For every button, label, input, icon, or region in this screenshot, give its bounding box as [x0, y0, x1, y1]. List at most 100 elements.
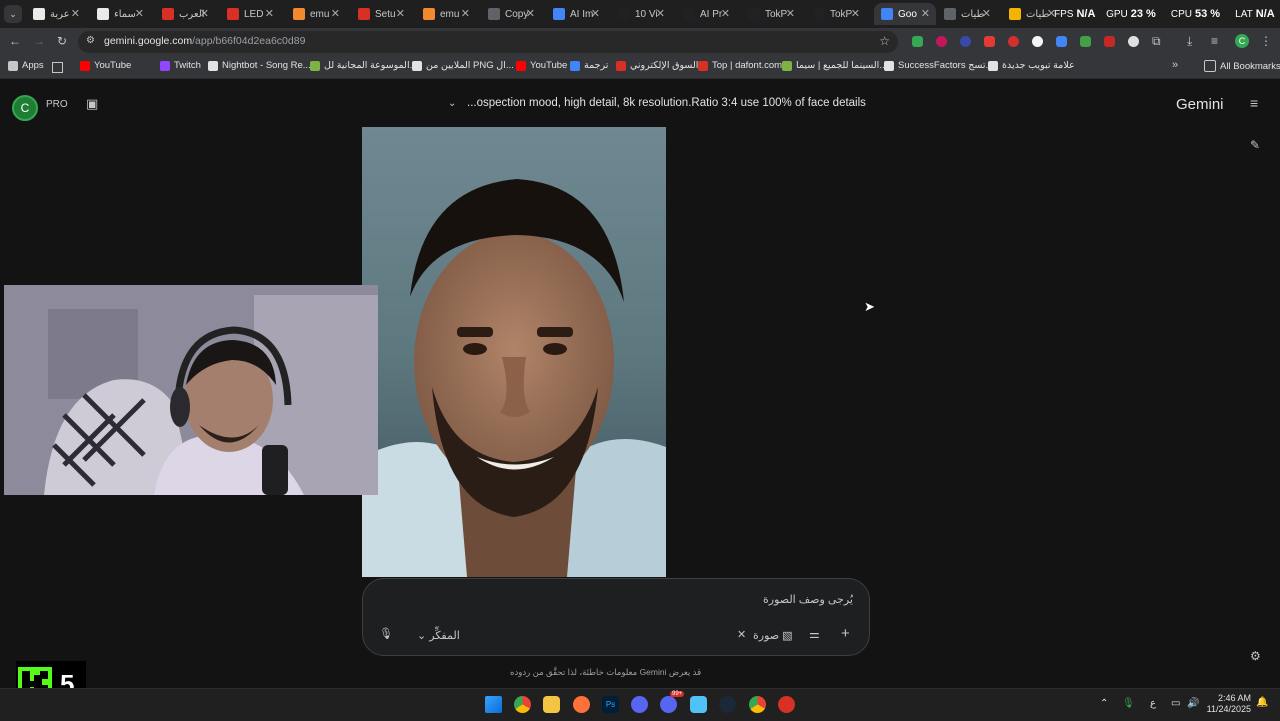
bookmark-item[interactable]: SuccessFactors تسج...	[884, 60, 993, 71]
network-icon[interactable]: ▭	[1171, 698, 1180, 709]
tab-search-button[interactable]: ⌄	[4, 5, 22, 23]
bookmark-item[interactable]: الموسوعة المجانية لل...	[310, 60, 418, 71]
profile-avatar[interactable]: C	[1235, 34, 1249, 48]
tab-close-icon[interactable]: ✕	[721, 7, 730, 20]
tab-close-icon[interactable]: ✕	[921, 7, 930, 20]
chevron-down-icon[interactable]: ⌄	[448, 98, 456, 109]
extension-icon[interactable]	[984, 36, 995, 47]
file-explorer-icon[interactable]	[543, 696, 560, 713]
tab[interactable]: طيات ✕	[1002, 3, 1062, 25]
add-icon[interactable]: +	[841, 625, 850, 642]
tab[interactable]: emu ✕	[286, 3, 346, 25]
bookmark-item[interactable]: YouTube	[516, 60, 567, 71]
chrome-menu-icon[interactable]: ⋮	[1260, 34, 1272, 48]
image-tool-chip[interactable]: صورة ▧	[753, 629, 793, 642]
tab[interactable]: LED ✕	[220, 3, 280, 25]
model-selector[interactable]: ⌄ المفكِّر	[417, 629, 460, 642]
settings-icon[interactable]: ⚙	[1250, 649, 1261, 663]
tab-close-icon[interactable]: ✕	[786, 7, 795, 20]
close-icon[interactable]: ✕	[737, 628, 746, 641]
extensions-puzzle-icon[interactable]: ⧉	[1152, 34, 1161, 49]
tab-close-icon[interactable]: ✕	[982, 7, 991, 20]
back-icon[interactable]: ←	[9, 34, 21, 48]
tab[interactable]: Goo ✕	[874, 3, 936, 25]
photoshop-icon[interactable]: Ps	[602, 696, 619, 713]
language-indicator[interactable]: ع	[1150, 698, 1156, 709]
clock[interactable]: 2:46 AM 11/24/2025	[1207, 693, 1251, 715]
bookmark-item[interactable]: Twitch	[160, 60, 201, 71]
windows-start-icon[interactable]	[485, 696, 502, 713]
bookmark-item[interactable]: ترجمة	[570, 60, 608, 71]
forward-icon[interactable]: →	[33, 34, 45, 48]
tab-close-icon[interactable]: ✕	[396, 7, 405, 20]
tab-close-icon[interactable]: ✕	[461, 7, 470, 20]
menu-icon[interactable]: ≡	[1250, 95, 1258, 111]
tab[interactable]: emu ✕	[416, 3, 476, 25]
bookmark-star-icon[interactable]: ☆	[879, 34, 890, 48]
extension-icon[interactable]	[1008, 36, 1019, 47]
bookmark-item[interactable]: YouTube	[80, 60, 131, 71]
extension-icon[interactable]	[912, 36, 923, 47]
extension-icon[interactable]	[1128, 36, 1139, 47]
tab[interactable]: TokP ✕	[741, 3, 801, 25]
extension-icon[interactable]	[936, 36, 947, 47]
tray-chevron-icon[interactable]: ⌃	[1100, 698, 1108, 709]
bookmark-item[interactable]: السوق الإلكتروني	[616, 60, 698, 71]
steam-icon[interactable]	[719, 696, 736, 713]
address-bar[interactable]: ⚙ gemini.google.com/app/b66f04d2ea6c0d89…	[78, 31, 898, 53]
temporary-chat-icon[interactable]: ▣	[86, 96, 98, 112]
generated-portrait-image[interactable]	[362, 127, 666, 577]
apps-grid-icon[interactable]	[52, 62, 63, 73]
tab[interactable]: AI Pr ✕	[676, 3, 736, 25]
tab[interactable]: طيات ✕	[937, 3, 997, 25]
tab[interactable]: TokP ✕	[806, 3, 866, 25]
avatar[interactable]: C	[12, 95, 38, 121]
bookmark-item[interactable]: السينما للجميع | سيما...	[782, 60, 887, 71]
notification-icon[interactable]: 🔔	[1256, 697, 1268, 708]
tab-close-icon[interactable]: ✕	[200, 7, 209, 20]
tab-close-icon[interactable]: ✕	[591, 7, 600, 20]
firefox-icon[interactable]	[573, 696, 590, 713]
bookmarks-overflow-icon[interactable]: »	[1172, 59, 1178, 71]
tab[interactable]: Copy ✕	[481, 3, 541, 25]
discord-icon[interactable]	[660, 696, 677, 713]
tab[interactable]: سماء ✕	[90, 3, 150, 25]
volume-icon[interactable]: 🔊	[1187, 698, 1199, 709]
tab[interactable]: Setu ✕	[351, 3, 411, 25]
bookmark-item[interactable]: Top | dafont.com	[698, 60, 782, 71]
prompt-placeholder[interactable]: يُرجى وصف الصورة	[763, 593, 853, 606]
chrome-icon[interactable]	[514, 696, 531, 713]
app-icon[interactable]	[690, 696, 707, 713]
bookmark-item[interactable]: الملايين من PNG ال...	[412, 60, 514, 71]
new-chat-icon[interactable]: ✎	[1250, 138, 1260, 152]
conversation-title[interactable]: ...ospection mood, high detail, 8k resol…	[467, 97, 866, 109]
mic-icon[interactable]: 🎙	[379, 627, 393, 640]
extension-icon[interactable]	[1080, 36, 1091, 47]
mic-tray-icon[interactable]: 🎙	[1122, 698, 1135, 709]
chrome-icon[interactable]	[749, 696, 766, 713]
media-controls-icon[interactable]: ≡	[1211, 34, 1218, 48]
tab-close-icon[interactable]: ✕	[851, 7, 860, 20]
download-icon[interactable]: ⤓	[1187, 34, 1192, 49]
tools-icon[interactable]: ⚌	[809, 627, 820, 641]
tab-close-icon[interactable]: ✕	[526, 7, 535, 20]
tab-close-icon[interactable]: ✕	[265, 7, 274, 20]
tab[interactable]: 10 Vi ✕	[611, 3, 671, 25]
app-icon[interactable]	[778, 696, 795, 713]
site-info-icon[interactable]: ⚙	[86, 35, 95, 46]
extension-icon[interactable]	[960, 36, 971, 47]
extension-icon[interactable]	[1104, 36, 1115, 47]
tab-close-icon[interactable]: ✕	[71, 7, 80, 20]
tab-close-icon[interactable]: ✕	[656, 7, 665, 20]
all-bookmarks-button[interactable]: All Bookmarks	[1204, 60, 1280, 72]
bookmark-item[interactable]: Apps	[8, 60, 44, 71]
discord-icon[interactable]	[631, 696, 648, 713]
tab-close-icon[interactable]: ✕	[331, 7, 340, 20]
extension-icon[interactable]	[1056, 36, 1067, 47]
tab[interactable]: AI Im ✕	[546, 3, 606, 25]
tab[interactable]: عربة ✕	[26, 3, 86, 25]
prompt-input-box[interactable]: يُرجى وصف الصورة 🎙 ⌄ المفكِّر ✕ صورة ▧ ⚌…	[362, 578, 870, 656]
tab[interactable]: العرب ✕	[155, 3, 215, 25]
bookmark-item[interactable]: علامة تبويب جديدة	[988, 60, 1075, 71]
reload-icon[interactable]: ↻	[57, 34, 67, 48]
